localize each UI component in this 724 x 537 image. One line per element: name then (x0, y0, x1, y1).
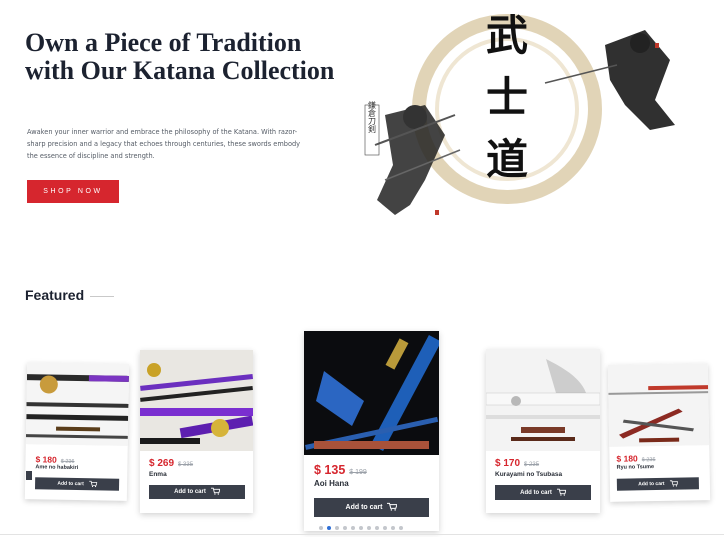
product-card-active[interactable]: $ 135 $ 199 Aoi Hana Add to cart (304, 331, 439, 531)
carousel-dot[interactable] (359, 526, 363, 530)
art-side-text: 鎌倉刀剣 (368, 100, 377, 134)
hero-title: Own a Piece of Tradition with Our Katana… (25, 28, 335, 85)
product-name[interactable]: Kurayami no Tsubasa (495, 471, 562, 478)
art-main-char-3: 道 (486, 135, 528, 184)
product-image[interactable] (607, 363, 710, 447)
carousel-dots (319, 526, 403, 530)
product-image[interactable] (304, 331, 439, 455)
heading-divider (90, 296, 114, 297)
price-row: $ 135 $ 199 (314, 463, 367, 477)
hero-subtitle: Awaken your inner warrior and embrace th… (27, 128, 301, 160)
product-old-price: $ 235 (641, 457, 656, 464)
add-to-cart-button[interactable]: Add to cart (34, 477, 120, 491)
product-name[interactable]: Ame no habakiri (35, 464, 78, 471)
cart-icon (556, 488, 567, 498)
product-image[interactable] (140, 350, 253, 451)
product-image[interactable] (486, 349, 600, 451)
art-main-char-1: 武 (486, 11, 528, 60)
add-to-cart-button[interactable]: Add to cart (314, 498, 429, 517)
product-card[interactable]: $ 180 $ 235 Ryu no Tsume Add to cart (607, 363, 711, 502)
carousel-dot[interactable] (343, 526, 347, 530)
carousel-dot[interactable] (335, 526, 339, 530)
left-samurai-figure (374, 105, 461, 215)
product-old-price: $ 235 (524, 462, 540, 468)
product-name[interactable]: Enma (149, 471, 167, 478)
carousel-dot-active[interactable] (327, 526, 331, 530)
carousel-dot[interactable] (351, 526, 355, 530)
product-price: $ 180 (616, 453, 638, 464)
product-card[interactable]: $ 170 $ 235 Kurayami no Tsubasa Add to c… (486, 349, 600, 513)
add-to-cart-label: Add to cart (174, 489, 206, 495)
price-row: $ 170 $ 235 (495, 458, 539, 469)
price-row: $ 180 $ 235 (616, 453, 656, 464)
product-name[interactable]: Ryu no Tsume (617, 464, 655, 471)
product-old-price: $ 335 (178, 462, 194, 468)
add-to-cart-button[interactable]: Add to cart (149, 485, 245, 499)
add-to-cart-button[interactable]: Add to cart (616, 477, 699, 491)
product-card[interactable]: $ 269 $ 335 Enma Add to cart (140, 350, 253, 513)
add-to-cart-label: Add to cart (638, 480, 665, 488)
price-row: $ 269 $ 335 (149, 458, 193, 469)
carousel-edge-tab[interactable] (26, 471, 32, 480)
product-price: $ 170 (495, 458, 521, 469)
carousel-dot[interactable] (367, 526, 371, 530)
shop-now-button[interactable]: SHOP NOW (27, 180, 119, 203)
carousel-dot[interactable] (319, 526, 323, 530)
product-price: $ 180 (35, 454, 57, 465)
product-card[interactable]: $ 180 $ 236 Ame no habakiri Add to cart (24, 362, 130, 501)
product-image[interactable] (25, 362, 130, 446)
add-to-cart-label: Add to cart (57, 480, 84, 488)
add-to-cart-label: Add to cart (345, 504, 383, 511)
product-old-price: $ 199 (349, 469, 367, 476)
carousel-dot[interactable] (383, 526, 387, 530)
carousel-dot[interactable] (375, 526, 379, 530)
cart-icon (88, 480, 98, 489)
bushido-artwork: 武 鎌倉刀剣 士道 (355, 5, 720, 233)
product-price: $ 269 (149, 458, 175, 469)
cart-icon (387, 502, 399, 513)
product-name[interactable]: Aoi Hana (314, 479, 349, 488)
carousel-dot[interactable] (399, 526, 403, 530)
art-main-char-2: 士 (486, 73, 528, 122)
add-to-cart-button[interactable]: Add to cart (495, 485, 591, 500)
featured-heading: Featured (25, 287, 85, 303)
cart-icon (669, 479, 679, 488)
cart-icon (210, 487, 221, 497)
product-price: $ 135 (314, 463, 346, 477)
price-row: $ 180 $ 236 (35, 454, 74, 465)
add-to-cart-label: Add to cart (520, 489, 552, 496)
section-divider (0, 534, 724, 535)
carousel-dot[interactable] (391, 526, 395, 530)
